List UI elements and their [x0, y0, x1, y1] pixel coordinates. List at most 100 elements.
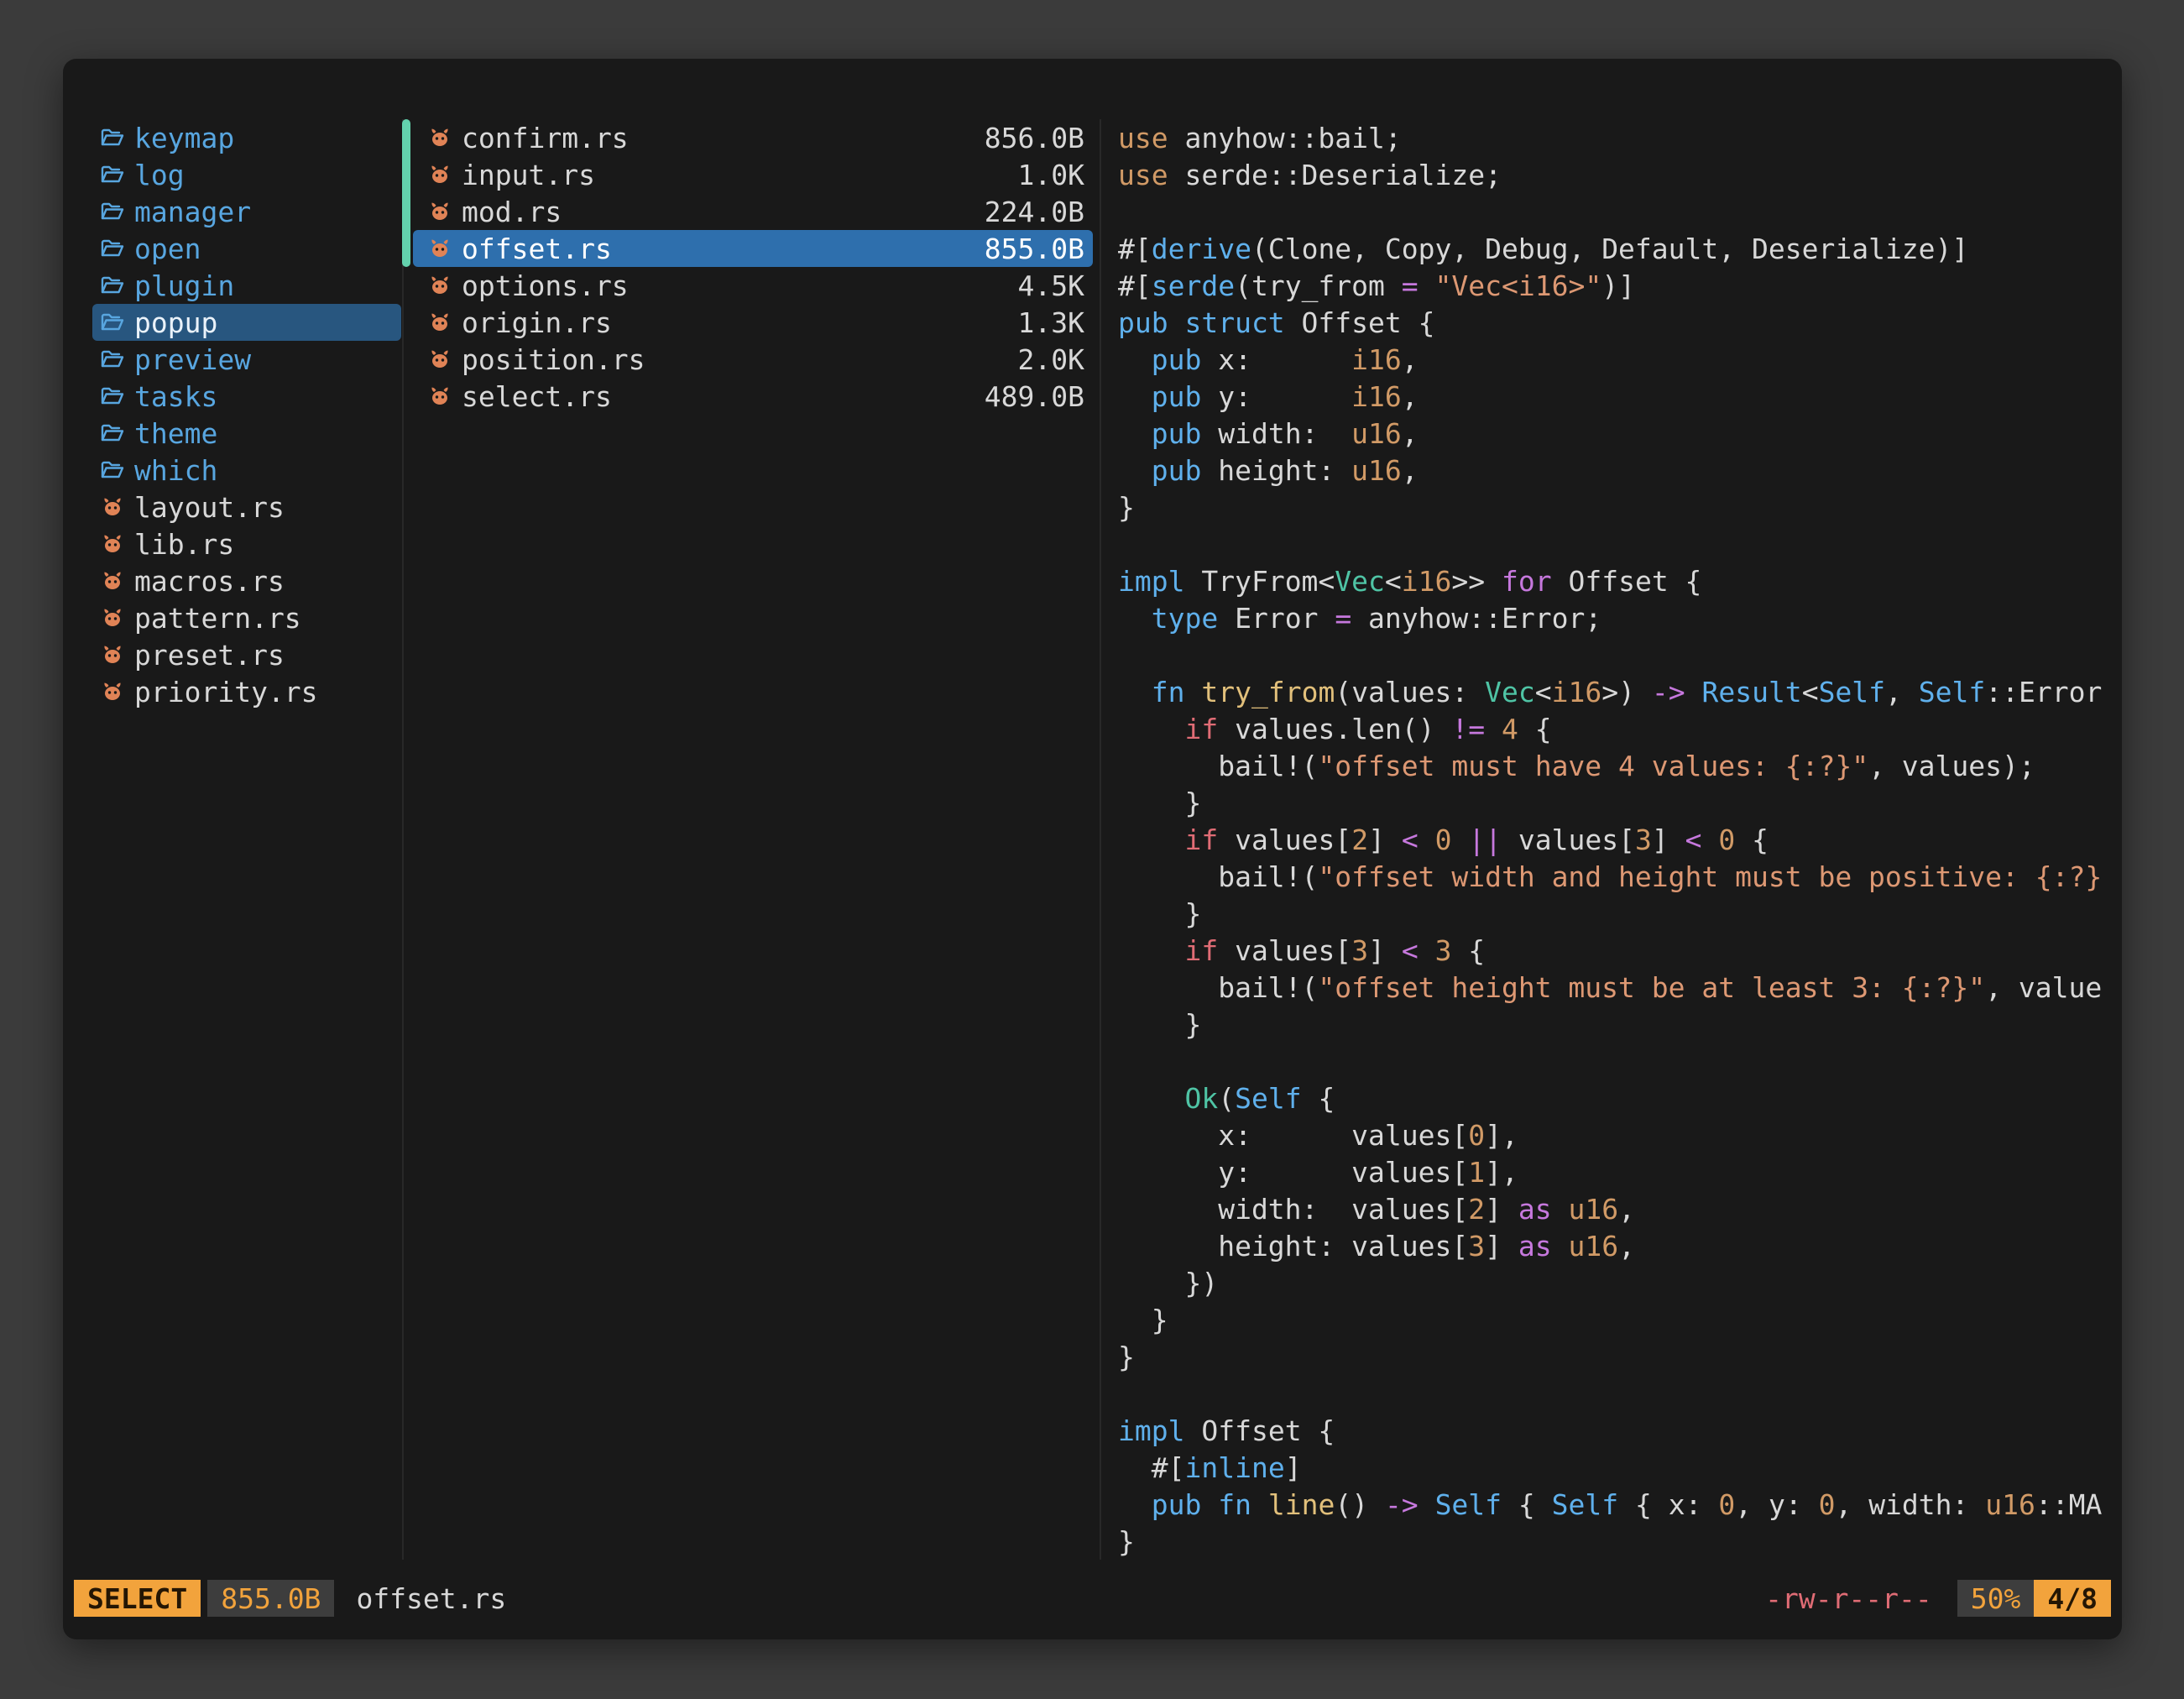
status-filename: offset.rs [356, 1582, 506, 1615]
screen-background: keymap logmanageropen pluginpopuppreviewta… [0, 0, 2184, 1699]
sidebar-item-preview[interactable]: preview [92, 341, 401, 378]
sidebar-item-label: macros.rs [134, 565, 285, 598]
sidebar-item-layout-rs[interactable]: layout.rs [92, 489, 401, 525]
file-row-mod-rs[interactable]: mod.rs 224.0B [413, 193, 1093, 230]
sidebar-item-label: theme [134, 417, 217, 450]
file-size: 856.0B [985, 122, 1084, 154]
code-line: impl Offset { [1118, 1412, 2113, 1449]
sidebar-item-plugin[interactable]: plugin [92, 267, 401, 304]
file-name: position.rs [462, 343, 645, 376]
code-line: pub fn line() -> Self { Self { x: 0, y: … [1118, 1486, 2113, 1523]
mode-badge: SELECT [74, 1580, 201, 1617]
file-row-input-rs[interactable]: input.rs 1.0K [413, 156, 1093, 193]
code-line: type Error = anyhow::Error; [1118, 599, 2113, 636]
folder-icon [101, 348, 124, 370]
rust-file-icon [428, 201, 452, 222]
code-line [1118, 1375, 2113, 1412]
code-line: bail!("offset width and height must be p… [1118, 858, 2113, 895]
code-line: bail!("offset must have 4 values: {:?}",… [1118, 747, 2113, 784]
file-row-offset-rs[interactable]: offset.rs855.0B [413, 230, 1093, 267]
sidebar-item-lib-rs[interactable]: lib.rs [92, 525, 401, 562]
rust-file-icon [428, 238, 452, 259]
rust-file-icon [101, 570, 124, 592]
sidebar-item-label: pattern.rs [134, 602, 301, 635]
file-size: 4.5K [1018, 269, 1084, 302]
file-row-options-rs[interactable]: options.rs 4.5K [413, 267, 1093, 304]
sidebar-item-log[interactable]: log [92, 156, 401, 193]
code-line: } [1118, 1523, 2113, 1560]
code-line: fn try_from(values: Vec<i16>) -> Result<… [1118, 673, 2113, 710]
code-line: y: values[1], [1118, 1153, 2113, 1190]
code-line: } [1118, 895, 2113, 932]
file-row-confirm-rs[interactable]: confirm.rs856.0B [413, 119, 1093, 156]
code-line: width: values[2] as u16, [1118, 1190, 2113, 1227]
sidebar-item-macros-rs[interactable]: macros.rs [92, 562, 401, 599]
permissions-text: -rw-r--r-- [1765, 1582, 1932, 1615]
code-line: height: values[3] as u16, [1118, 1227, 2113, 1264]
file-name: options.rs [462, 269, 629, 302]
file-name: mod.rs [462, 196, 562, 228]
sidebar-item-which[interactable]: which [92, 452, 401, 489]
parent-pane: keymap logmanageropen pluginpopuppreviewta… [92, 119, 401, 710]
folder-icon [101, 459, 124, 481]
file-row-select-rs[interactable]: select.rs 489.0B [413, 378, 1093, 415]
code-line: } [1118, 1301, 2113, 1338]
rust-file-icon [428, 311, 452, 333]
file-size: 224.0B [985, 196, 1084, 228]
file-row-origin-rs[interactable]: origin.rs1.3K [413, 304, 1093, 341]
file-name: input.rs [462, 159, 595, 191]
cursor-position-badge: 4/8 [2034, 1580, 2111, 1617]
rust-file-icon [428, 385, 452, 407]
sidebar-item-theme[interactable]: theme [92, 415, 401, 452]
folder-icon [101, 127, 124, 149]
sidebar-item-manager[interactable]: manager [92, 193, 401, 230]
sidebar-item-keymap[interactable]: keymap [92, 119, 401, 156]
current-pane: confirm.rs856.0Binput.rs 1.0K mod.rs 224.0B… [403, 119, 1093, 415]
code-line: } [1118, 1006, 2113, 1043]
current-preview-divider [1100, 119, 1101, 1560]
sidebar-item-open[interactable]: open [92, 230, 401, 267]
sidebar-item-label: open [134, 233, 201, 265]
file-row-position-rs[interactable]: position.rs2.0K [413, 341, 1093, 378]
rust-file-icon [428, 127, 452, 149]
code-line: } [1118, 784, 2113, 821]
code-line: Ok(Self { [1118, 1080, 2113, 1116]
sidebar-item-label: keymap [134, 122, 234, 154]
rust-file-icon [101, 607, 124, 629]
code-line: pub x: i16, [1118, 341, 2113, 378]
file-size: 1.0K [1018, 159, 1084, 191]
file-size-badge: 855.0B [207, 1580, 334, 1617]
code-line: #[serde(try_from = "Vec<i16>")] [1118, 267, 2113, 304]
code-line: pub width: u16, [1118, 415, 2113, 452]
sidebar-item-popup[interactable]: popup [92, 304, 401, 341]
sidebar-item-label: preview [134, 343, 251, 376]
code-line: x: values[0], [1118, 1116, 2113, 1153]
rust-file-icon [101, 681, 124, 703]
sidebar-item-label: preset.rs [134, 639, 285, 672]
code-line: use anyhow::bail; [1118, 119, 2113, 156]
sidebar-item-tasks[interactable]: tasks [92, 378, 401, 415]
scroll-percent-badge: 50% [1957, 1580, 2035, 1617]
sidebar-item-preset-rs[interactable]: preset.rs [92, 636, 401, 673]
folder-icon [101, 311, 124, 333]
folder-icon [101, 422, 124, 444]
code-line: pub struct Offset { [1118, 304, 2113, 341]
code-line: if values[3] < 3 { [1118, 932, 2113, 969]
sidebar-item-priority-rs[interactable]: priority.rs [92, 673, 401, 710]
sidebar-item-label: log [134, 159, 185, 191]
file-name: select.rs [462, 380, 612, 413]
file-size: 489.0B [985, 380, 1084, 413]
code-line [1118, 525, 2113, 562]
folder-icon [101, 385, 124, 407]
sidebar-item-label: priority.rs [134, 676, 318, 708]
file-list-scrollbar[interactable] [402, 119, 410, 267]
file-size: 1.3K [1018, 306, 1084, 339]
folder-icon [101, 274, 124, 296]
code-line: bail!("offset height must be at least 3:… [1118, 969, 2113, 1006]
sidebar-item-pattern-rs[interactable]: pattern.rs [92, 599, 401, 636]
sidebar-item-label: plugin [134, 269, 234, 302]
code-line: }) [1118, 1264, 2113, 1301]
code-line: pub height: u16, [1118, 452, 2113, 489]
code-line: #[derive(Clone, Copy, Debug, Default, De… [1118, 230, 2113, 267]
rust-file-icon [428, 164, 452, 186]
